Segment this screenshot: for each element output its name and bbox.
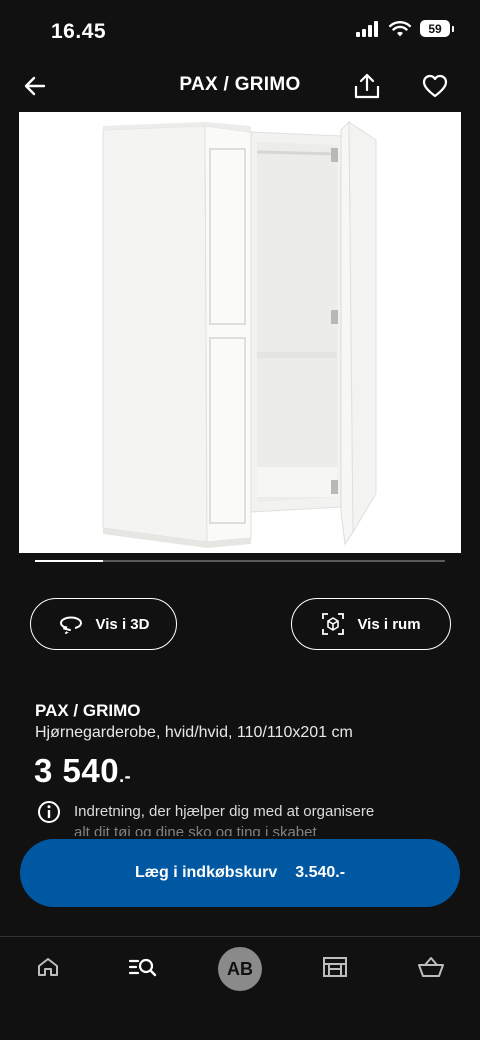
tab-search[interactable] <box>128 952 158 982</box>
info-text-continued: alt dit tøj og dine sko og ting i skabet <box>74 824 317 836</box>
battery-level: 59 <box>428 21 442 36</box>
ar-cube-icon <box>322 613 345 635</box>
view-in-room-button[interactable]: Vis i rum <box>291 598 451 650</box>
product-name: PAX / GRIMO <box>35 701 141 720</box>
bottom-tab-bar: AB <box>0 936 480 1040</box>
tab-home[interactable] <box>33 952 63 982</box>
view-3d-label: Vis i 3D <box>95 615 150 633</box>
share-icon[interactable] <box>352 71 382 101</box>
tab-stores[interactable] <box>320 952 350 982</box>
tab-basket[interactable] <box>416 952 446 982</box>
info-icon <box>38 801 60 823</box>
search-list-icon <box>128 958 157 977</box>
store-icon <box>323 957 347 977</box>
wifi-icon <box>389 20 411 36</box>
add-to-cart-button[interactable]: Læg i indkøbskurv 3.540.- <box>20 839 460 907</box>
carousel-progress-track <box>35 560 445 562</box>
wardrobe-illustration <box>102 120 377 548</box>
add-to-cart-label: Læg i indkøbskurv <box>134 864 278 881</box>
price-suffix: .- <box>119 766 132 786</box>
heart-icon[interactable] <box>421 72 449 100</box>
basket-icon <box>418 957 444 977</box>
info-text: Indretning, der hjælper dig med at organ… <box>74 803 375 820</box>
page-title: PAX / GRIMO <box>179 74 301 95</box>
product-price: 3 540.- <box>34 752 131 790</box>
view-in-room-label: Vis i rum <box>357 615 421 633</box>
add-to-cart-price: 3.540.- <box>295 864 346 881</box>
avatar-initials: AB <box>227 958 253 979</box>
status-icons: 59 <box>356 20 454 37</box>
status-time: 16.45 <box>51 20 107 43</box>
tab-profile-avatar[interactable]: AB <box>218 947 262 991</box>
rotate-3d-icon <box>59 616 82 634</box>
product-image[interactable] <box>19 112 461 553</box>
view-3d-button[interactable]: Vis i 3D <box>30 598 177 650</box>
carousel-progress-fill <box>35 560 103 562</box>
battery-indicator: 59 <box>420 20 454 37</box>
price-amount: 3 540 <box>34 752 120 789</box>
signal-icon <box>356 20 378 37</box>
status-bar: 16.45 59 <box>0 0 480 62</box>
product-description: Hjørnegarderobe, hvid/hvid, 110/110x201 … <box>35 724 353 741</box>
nav-bar: PAX / GRIMO <box>0 62 480 110</box>
home-icon <box>38 958 58 976</box>
